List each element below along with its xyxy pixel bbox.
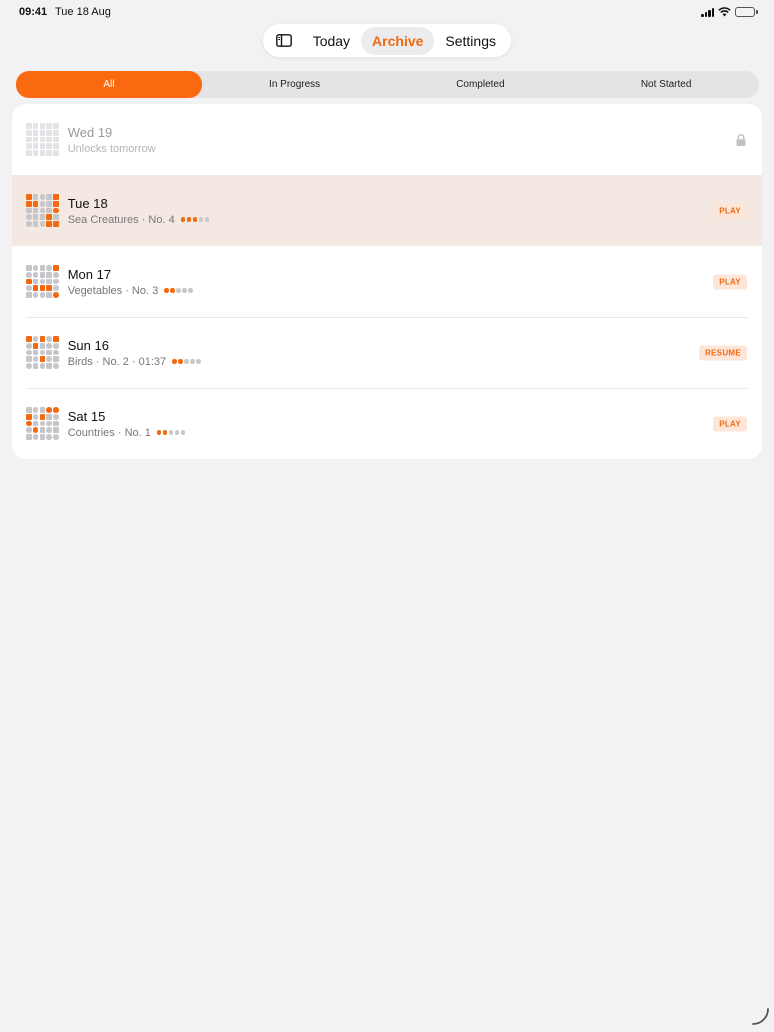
cellular-signal-icon	[701, 7, 714, 17]
play-button[interactable]: PLAY	[713, 416, 747, 431]
wifi-icon	[718, 7, 731, 17]
battery-charging-icon	[735, 7, 758, 17]
puzzle-thumbnail	[26, 336, 59, 369]
resize-handle-icon[interactable]	[750, 1006, 770, 1026]
status-date: Tue 18 Aug	[55, 6, 111, 18]
status-bar: 09:41 Tue 18 Aug	[0, 0, 774, 24]
tab-today[interactable]: Today	[302, 27, 361, 55]
puzzle-thumbnail	[26, 265, 59, 298]
archive-list: Wed 19 Unlocks tomorrow Tue 18 Sea Creat…	[12, 104, 762, 459]
difficulty-rating	[180, 217, 210, 222]
puzzle-thumbnail	[26, 407, 59, 440]
puzzle-date: Tue 18	[67, 195, 108, 211]
sidebar-toggle-button[interactable]	[267, 27, 302, 55]
filter-not-started[interactable]: Not Started	[573, 71, 759, 98]
status-indicators	[701, 7, 758, 17]
list-item[interactable]: Sat 15 Countries · No. 1 PLAY	[12, 388, 762, 459]
list-item[interactable]: Mon 17 Vegetables · No. 3 PLAY	[12, 246, 762, 317]
sidebar-icon	[276, 34, 293, 47]
tab-settings[interactable]: Settings	[434, 27, 507, 55]
top-navigation: Today Archive Settings	[263, 24, 511, 57]
puzzle-date: Mon 17	[67, 266, 112, 282]
lock-icon	[736, 133, 746, 146]
difficulty-rating	[164, 288, 193, 293]
puzzle-subtitle: Unlocks tomorrow	[67, 142, 156, 155]
puzzle-thumbnail	[26, 123, 59, 156]
filter-in-progress[interactable]: In Progress	[202, 71, 388, 98]
filter-segmented-control: All In Progress Completed Not Started	[16, 71, 759, 98]
difficulty-rating	[172, 359, 201, 364]
puzzle-date: Wed 19	[67, 124, 113, 140]
puzzle-subtitle: Birds · No. 2 · 01:37	[68, 356, 201, 368]
difficulty-rating	[156, 430, 186, 435]
list-item: Wed 19 Unlocks tomorrow	[12, 104, 762, 175]
tab-archive[interactable]: Archive	[361, 26, 435, 55]
resume-button[interactable]: RESUME	[698, 345, 747, 360]
list-item[interactable]: Sun 16 Birds · No. 2 · 01:37 RESUME	[12, 317, 762, 388]
puzzle-date: Sun 16	[67, 337, 109, 353]
filter-all[interactable]: All	[16, 71, 202, 98]
filter-completed[interactable]: Completed	[388, 71, 574, 98]
puzzle-subtitle: Countries · No. 1	[68, 427, 186, 439]
status-time: 09:41	[19, 6, 48, 18]
puzzle-subtitle: Vegetables · No. 3	[68, 285, 193, 297]
puzzle-thumbnail	[26, 194, 59, 227]
list-item[interactable]: Tue 18 Sea Creatures · No. 4 PLAY	[12, 175, 762, 246]
play-button[interactable]: PLAY	[713, 203, 747, 218]
play-button[interactable]: PLAY	[713, 274, 747, 289]
puzzle-date: Sat 15	[67, 408, 106, 424]
puzzle-subtitle: Sea Creatures · No. 4	[68, 214, 210, 226]
